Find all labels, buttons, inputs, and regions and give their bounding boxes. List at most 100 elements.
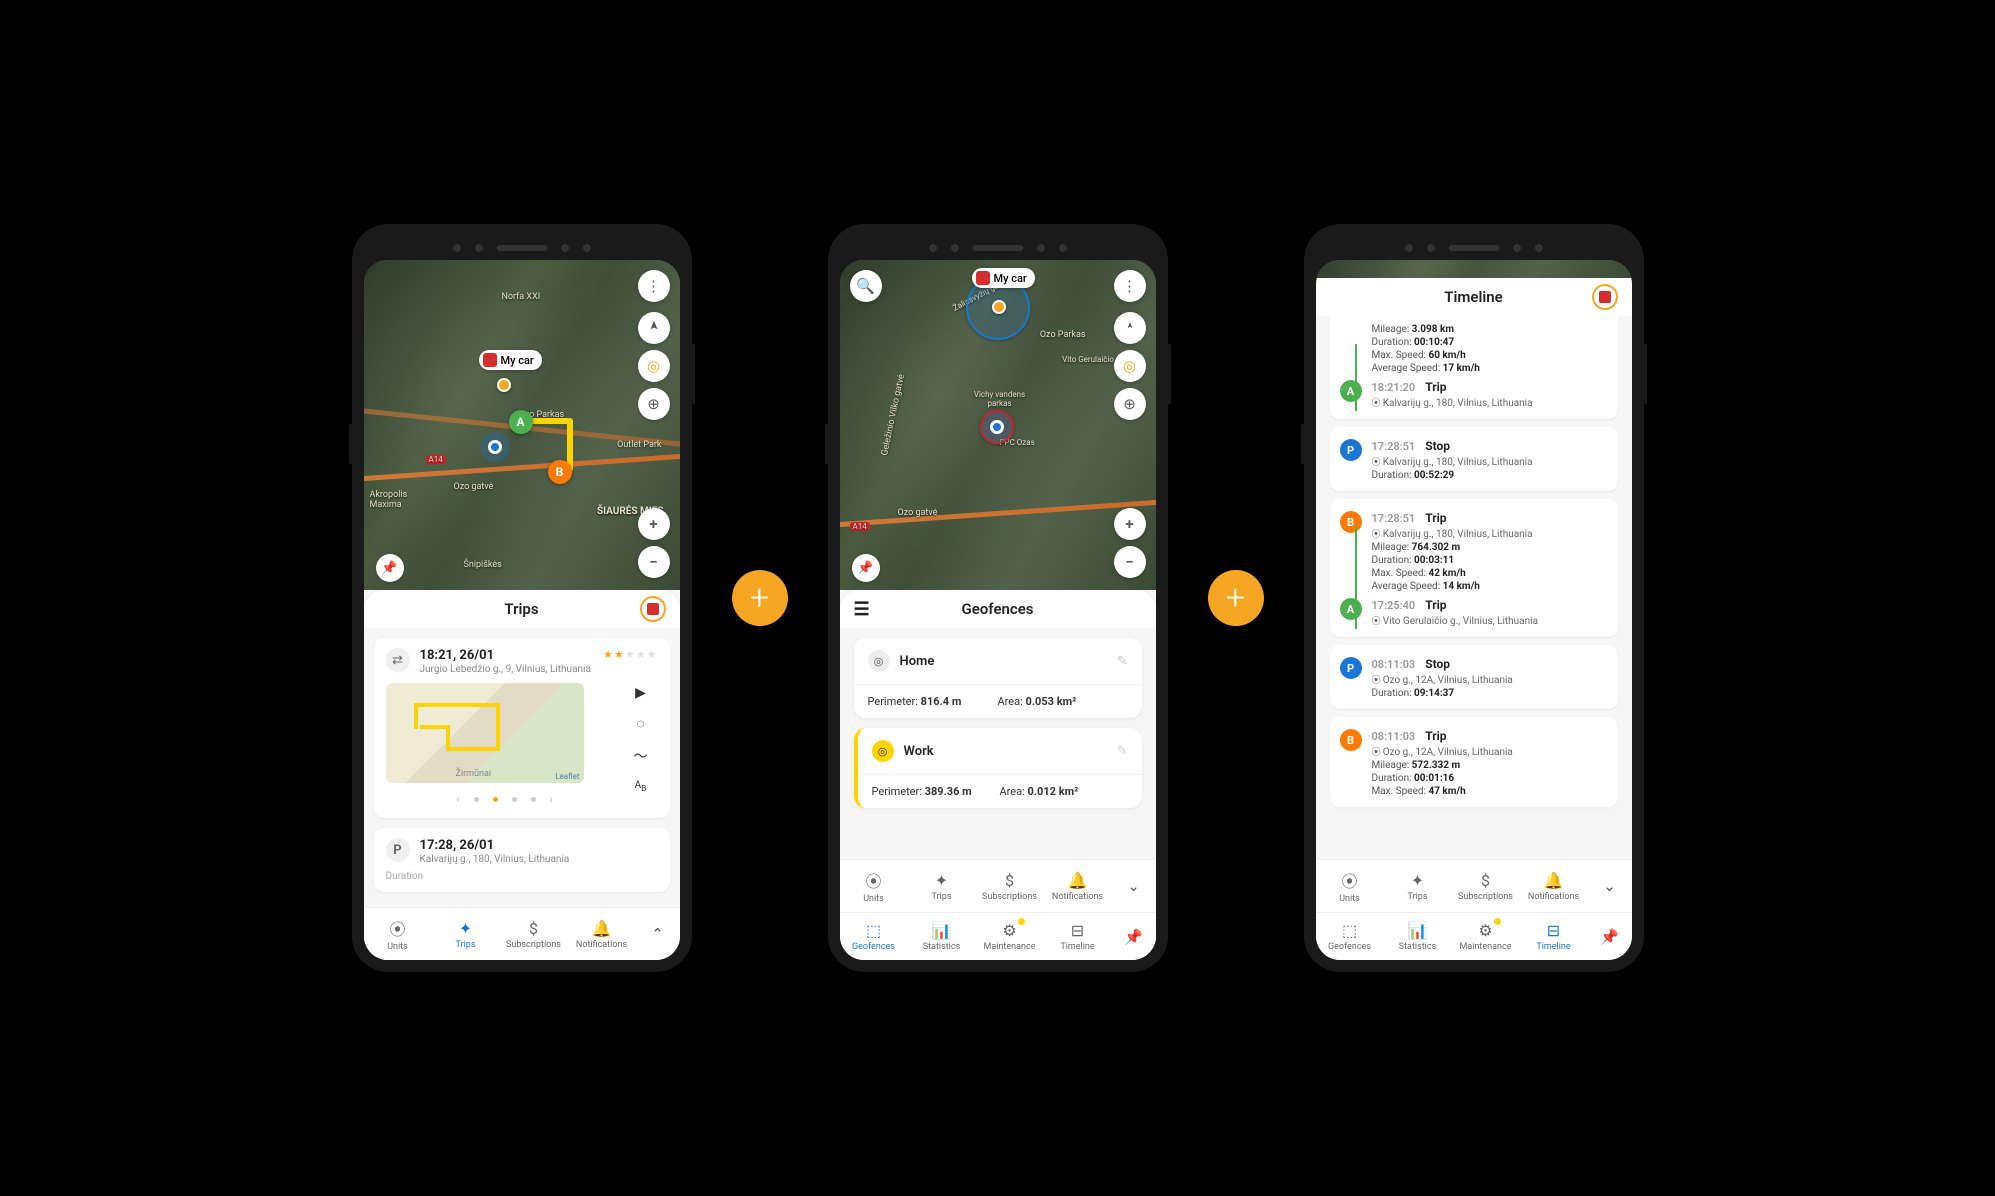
- event-location: Kalvarijų g., 180, Vilnius, Lithuania: [1372, 455, 1533, 468]
- nav-trips[interactable]: ✦Trips: [908, 864, 976, 908]
- event-time: 17:28:51: [1372, 512, 1416, 525]
- map-label: Norfa XXI: [502, 292, 541, 302]
- nav-subscriptions[interactable]: $Subscriptions: [1452, 864, 1520, 908]
- timeline-card[interactable]: B 17:28:51Trip Kalvarijų g., 180, Vilniu…: [1330, 499, 1618, 637]
- nav-trips[interactable]: ✦Trips: [432, 912, 500, 956]
- map-view[interactable]: Geležinio Vilko gatvė Ozo gatvė Ozo Park…: [840, 260, 1156, 590]
- sheet-title: Geofences: [962, 600, 1034, 618]
- nav-units[interactable]: ⦿Units: [1316, 864, 1384, 908]
- area-value: 0.012 km²: [1028, 785, 1079, 798]
- map-label: Vichy vandens parkas: [970, 390, 1030, 408]
- unit-selector[interactable]: [640, 596, 666, 622]
- area-label: Area:: [1000, 785, 1025, 798]
- ab-button[interactable]: AB: [635, 780, 647, 794]
- nav-maintenance[interactable]: ⚙Maintenance: [976, 917, 1044, 956]
- compass-button[interactable]: [1114, 312, 1146, 344]
- trip-card[interactable]: ⇄ 18:21, 26/01 Jurgio Lebedžio g., 9, Vi…: [374, 638, 670, 818]
- chart-button[interactable]: 〜: [634, 746, 648, 766]
- nav-pin[interactable]: 📌: [1112, 917, 1156, 956]
- bottom-nav: ⦿Units ✦Trips $Subscriptions 🔔Notificati…: [364, 907, 680, 960]
- nav-subscriptions[interactable]: $Subscriptions: [500, 912, 568, 956]
- parking-icon: P: [386, 838, 410, 862]
- layers-button[interactable]: ◎: [638, 350, 670, 382]
- zoom-out-button[interactable]: −: [638, 546, 670, 578]
- event-location: Ozo g., 12A, Vilnius, Lithuania: [1372, 745, 1513, 758]
- trip-rating[interactable]: ★★★★★: [603, 648, 657, 661]
- edit-button[interactable]: ✎: [1117, 654, 1128, 669]
- unit-selector[interactable]: [1592, 284, 1618, 310]
- nav-timeline[interactable]: ⊟Timeline: [1044, 917, 1112, 956]
- timeline-list[interactable]: Mileage: 3.098 km Duration: 00:10:47 Max…: [1316, 316, 1632, 859]
- nav-subscriptions[interactable]: $Subscriptions: [976, 864, 1044, 908]
- pin-button[interactable]: 📌: [376, 554, 404, 582]
- event-time: 18:21:20: [1372, 381, 1416, 394]
- nav-units[interactable]: ⦿Units: [364, 912, 432, 956]
- trip-pager[interactable]: ‹›: [386, 793, 624, 806]
- earpiece: [840, 236, 1156, 260]
- timeline-card[interactable]: Mileage: 3.098 km Duration: 00:10:47 Max…: [1330, 316, 1618, 419]
- unit-chip[interactable]: My car: [972, 268, 1035, 288]
- locate-button[interactable]: ⊕: [1114, 388, 1146, 420]
- sheet-title: Trips: [504, 600, 538, 618]
- map-label: Šnipiškės: [464, 560, 502, 570]
- map-view[interactable]: Norfa XXI Ozo Parkas Ozo gatvė Akropolis…: [364, 260, 680, 590]
- area-label: Area:: [998, 695, 1023, 708]
- unit-chip[interactable]: My car: [479, 350, 542, 370]
- event-location: Kalvarijų g., 180, Vilnius, Lithuania: [1372, 527, 1533, 540]
- geofence-card-home[interactable]: ◎ Home ✎ Perimeter: 816.4 m Area: 0.053 …: [854, 638, 1142, 718]
- earpiece: [1316, 236, 1632, 260]
- unit-position: [992, 300, 1006, 314]
- event-type: Trip: [1425, 511, 1446, 525]
- nav-notifications[interactable]: 🔔Notifications: [1520, 864, 1588, 908]
- zoom-in-button[interactable]: +: [1114, 508, 1146, 540]
- earpiece: [364, 236, 680, 260]
- timeline-card[interactable]: P 17:28:51Stop Kalvarijų g., 180, Vilniu…: [1330, 427, 1618, 491]
- nav-collapse[interactable]: ⌄: [1112, 864, 1156, 908]
- play-button[interactable]: ▶: [635, 685, 646, 701]
- menu-button[interactable]: ☰: [854, 599, 870, 620]
- search-button[interactable]: 🔍: [850, 270, 882, 302]
- nav-statistics[interactable]: 📊Statistics: [908, 917, 976, 956]
- marker-b: B: [548, 460, 572, 484]
- sheet-header: Timeline: [1316, 278, 1632, 316]
- geofence-button[interactable]: ◌: [636, 715, 644, 732]
- nav-notifications[interactable]: 🔔Notifications: [1044, 864, 1112, 908]
- duration-label: Duration: [386, 871, 658, 882]
- trip-card[interactable]: P 17:28, 26/01 Kalvarijų g., 180, Vilniu…: [374, 828, 670, 892]
- edit-button[interactable]: ✎: [1117, 744, 1128, 759]
- unit-position: [497, 378, 511, 392]
- nav-expand[interactable]: ⌃: [636, 912, 680, 956]
- trip-minimap[interactable]: Žirmūnai: [386, 683, 584, 783]
- compass-button[interactable]: [638, 312, 670, 344]
- nav-pin[interactable]: 📌: [1588, 917, 1632, 956]
- nav-geofences[interactable]: ⬚Geofences: [1316, 917, 1384, 956]
- locate-button[interactable]: ⊕: [638, 388, 670, 420]
- nav-statistics[interactable]: 📊Statistics: [1384, 917, 1452, 956]
- phone-geofences: Geležinio Vilko gatvė Ozo gatvė Ozo Park…: [828, 224, 1168, 972]
- nav-collapse[interactable]: ⌄: [1588, 864, 1632, 908]
- nav-maintenance[interactable]: ⚙Maintenance: [1452, 917, 1520, 956]
- plus-badge: +: [1208, 570, 1264, 626]
- trip-icon: ⇄: [386, 648, 410, 672]
- nav-geofences[interactable]: ⬚Geofences: [840, 917, 908, 956]
- more-button[interactable]: ⋮: [638, 270, 670, 302]
- nav-units[interactable]: ⦿Units: [840, 864, 908, 908]
- zoom-out-button[interactable]: −: [1114, 546, 1146, 578]
- nav-trips[interactable]: ✦Trips: [1384, 864, 1452, 908]
- timeline-card[interactable]: B 08:11:03Trip Ozo g., 12A, Vilnius, Lit…: [1330, 717, 1618, 807]
- zoom-in-button[interactable]: +: [638, 508, 670, 540]
- event-time: 08:11:03: [1372, 658, 1416, 671]
- timeline-card[interactable]: P 08:11:03Stop Ozo g., 12A, Vilnius, Lit…: [1330, 645, 1618, 709]
- event-type: Stop: [1425, 657, 1450, 671]
- nav-notifications[interactable]: 🔔Notifications: [568, 912, 636, 956]
- phone-trips: Norfa XXI Ozo Parkas Ozo gatvė Akropolis…: [352, 224, 692, 972]
- pin-button[interactable]: 📌: [852, 554, 880, 582]
- nav-timeline[interactable]: ⊟Timeline: [1520, 917, 1588, 956]
- car-icon: [483, 353, 497, 367]
- map-label: Ozo Parkas: [1040, 330, 1086, 340]
- geofence-card-work[interactable]: ◎ Work ✎ Perimeter: 389.36 m Area: 0.012…: [854, 728, 1142, 808]
- plus-badge: +: [732, 570, 788, 626]
- layers-button[interactable]: ◎: [1114, 350, 1146, 382]
- trip-address: Jurgio Lebedžio g., 9, Vilnius, Lithuani…: [420, 664, 591, 675]
- more-button[interactable]: ⋮: [1114, 270, 1146, 302]
